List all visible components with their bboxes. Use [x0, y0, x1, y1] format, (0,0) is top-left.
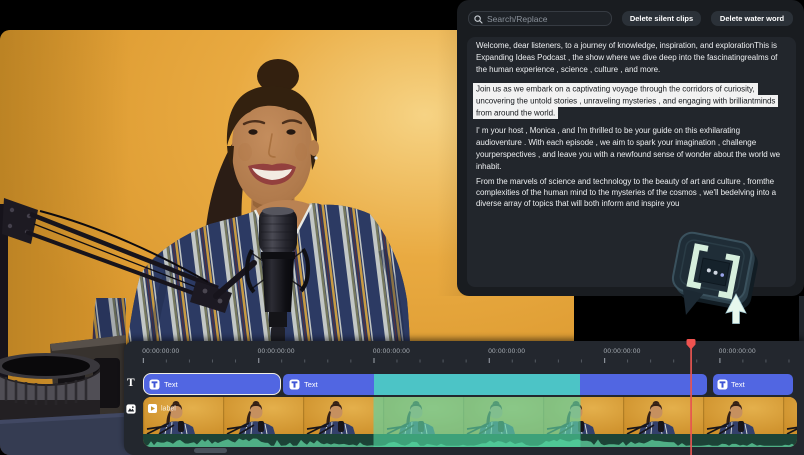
svg-text:label: label	[161, 405, 176, 412]
